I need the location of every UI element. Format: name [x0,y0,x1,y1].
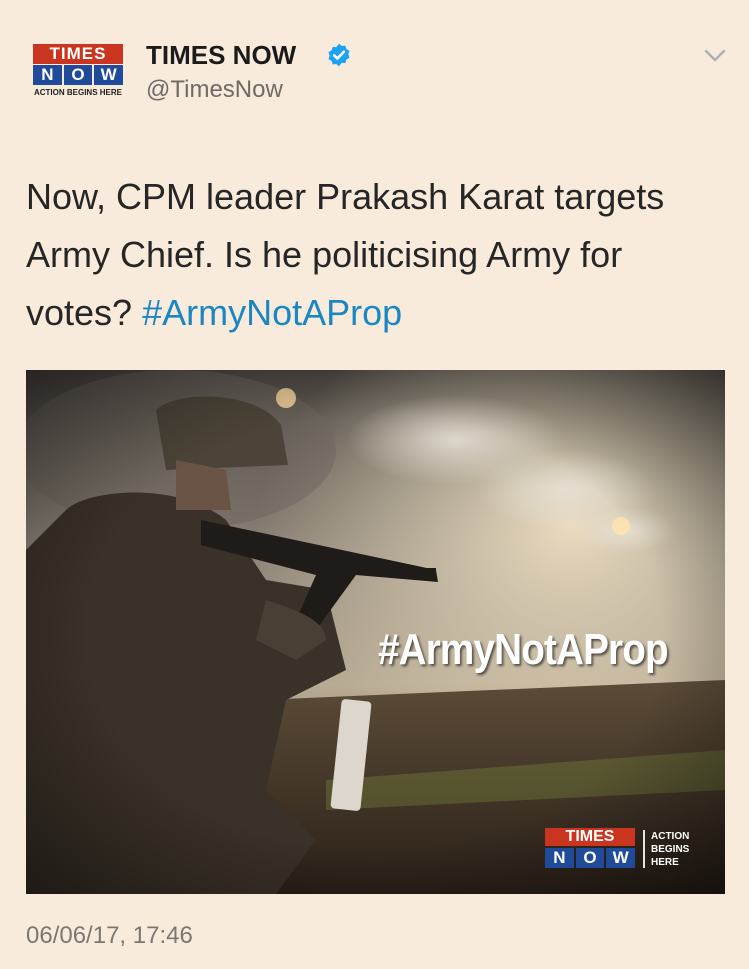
watermark-now-row: N O W [545,848,636,868]
watermark-tagline-line: HERE [651,857,679,868]
watermark-divider [643,830,645,868]
verified-badge-icon [328,43,350,67]
image-watermark-logo: TIMES N O W ACTION BEGINS HERE [545,828,705,874]
chevron-down-icon[interactable] [702,46,728,66]
tweet-timestamp[interactable]: 06/06/17, 17:46 [26,922,193,950]
logo-now-letter: N [33,65,62,85]
tweet-header: TIMES N O W ACTION BEGINS HERE TIMES NOW… [0,0,749,140]
watermark-now-letter: O [575,848,605,868]
image-overlay-hashtag: #ArmyNotAProp [378,625,669,674]
watermark-tagline-line: BEGINS [651,844,690,855]
profile-avatar-logo[interactable]: TIMES N O W ACTION BEGINS HERE [30,44,126,102]
watermark-times-text: TIMES [545,828,635,846]
watermark-now-letter: N [545,848,574,868]
logo-tagline: ACTION BEGINS HERE [33,88,122,97]
logo-now-letter: W [94,65,124,85]
watermark-tagline: ACTION BEGINS HERE [651,830,711,869]
logo-now-row: N O W [33,65,124,85]
tweet-text: Now, CPM leader Prakash Karat targets Ar… [26,168,726,342]
account-handle[interactable]: @TimesNow [146,76,283,104]
logo-now-letter: O [63,65,93,85]
watermark-now-letter: W [606,848,636,868]
watermark-tagline-line: ACTION [651,831,690,842]
account-name[interactable]: TIMES NOW [146,40,296,71]
logo-times-text: TIMES [33,44,123,64]
tweet-hashtag-link[interactable]: #ArmyNotAProp [142,292,402,333]
